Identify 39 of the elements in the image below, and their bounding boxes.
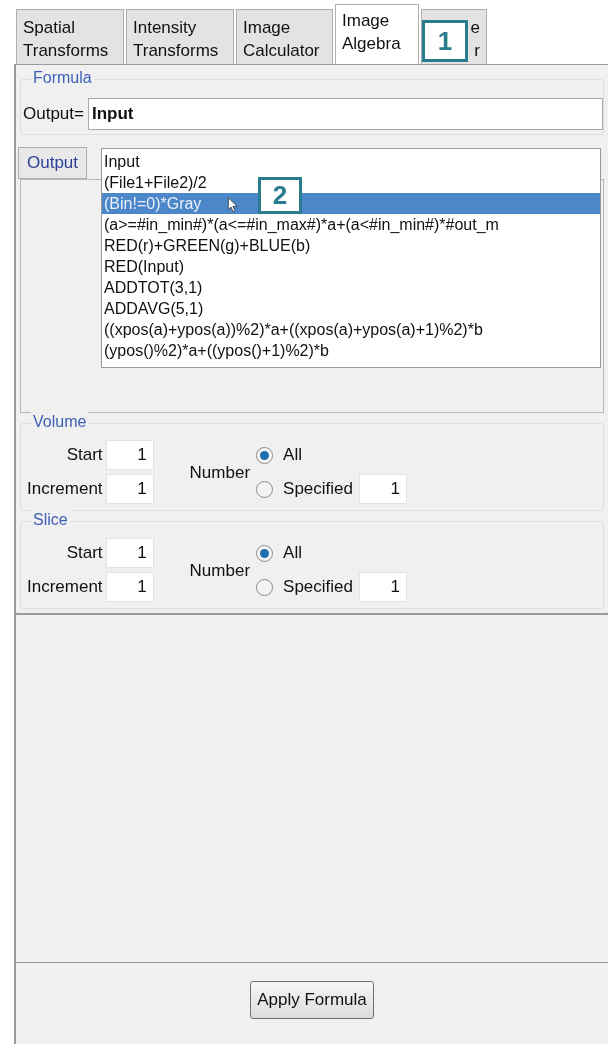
output-label: Output= xyxy=(23,103,84,126)
dropdown-option[interactable]: ADDTOT(3,1) xyxy=(102,277,600,298)
radio-button[interactable] xyxy=(256,544,274,562)
increment-field[interactable]: 1 xyxy=(105,474,154,504)
dropdown-option[interactable]: RED(Input) xyxy=(102,256,600,277)
dropdown-option[interactable]: ADDAVG(5,1) xyxy=(102,298,600,319)
formula-combo[interactable]: Input xyxy=(87,98,603,130)
radio-label: Specified xyxy=(283,478,353,501)
dropdown-option[interactable]: ((xpos(a)+ypos(a))%2)*a+((xpos(a)+ypos(a)+1)%2)*b xyxy=(102,319,600,340)
dropdown-option[interactable]: RED(r)+GREEN(g)+BLUE(b) xyxy=(102,235,600,256)
tab[interactable]: Intensity Transforms xyxy=(126,9,234,64)
start-label: Start xyxy=(65,542,103,565)
increment-label: Increment xyxy=(27,478,103,501)
increment-field[interactable]: 1 xyxy=(105,572,154,602)
increment-label: Increment xyxy=(27,576,103,599)
radio-label: All xyxy=(283,542,302,565)
number-label: Number xyxy=(189,560,251,582)
start-label: Start xyxy=(65,444,103,467)
radio-button[interactable] xyxy=(256,446,274,464)
output-tab[interactable]: Output xyxy=(18,147,88,179)
tab[interactable]: Spatial Transforms xyxy=(16,9,124,64)
radio-label: Specified xyxy=(283,576,353,599)
dropdown-option[interactable]: (a>=#in_min#)*(a<=#in_max#)*a+(a<#in_min#)*#out_m xyxy=(102,214,600,235)
dropdown-option[interactable]: Input xyxy=(102,151,600,172)
callout-badge: 1 xyxy=(422,20,468,62)
radio-button[interactable] xyxy=(256,578,274,596)
callout-badge: 2 xyxy=(258,177,302,214)
radio-label: All xyxy=(283,444,302,467)
specified-field[interactable]: 1 xyxy=(359,474,407,504)
number-label: Number xyxy=(189,462,251,484)
start-field[interactable]: 1 xyxy=(105,538,154,568)
cursor-icon xyxy=(227,197,239,213)
specified-field[interactable]: 1 xyxy=(359,572,407,602)
tab[interactable]: Image Algebra xyxy=(335,4,419,64)
radio-button[interactable] xyxy=(256,480,274,498)
tab[interactable]: Image Calculator xyxy=(236,9,333,64)
dropdown-option[interactable]: (ypos()%2)*a+((ypos()+1)%2)*b xyxy=(102,340,600,361)
start-field[interactable]: 1 xyxy=(105,440,154,470)
apply-formula-button[interactable]: Apply Formula xyxy=(250,981,374,1019)
